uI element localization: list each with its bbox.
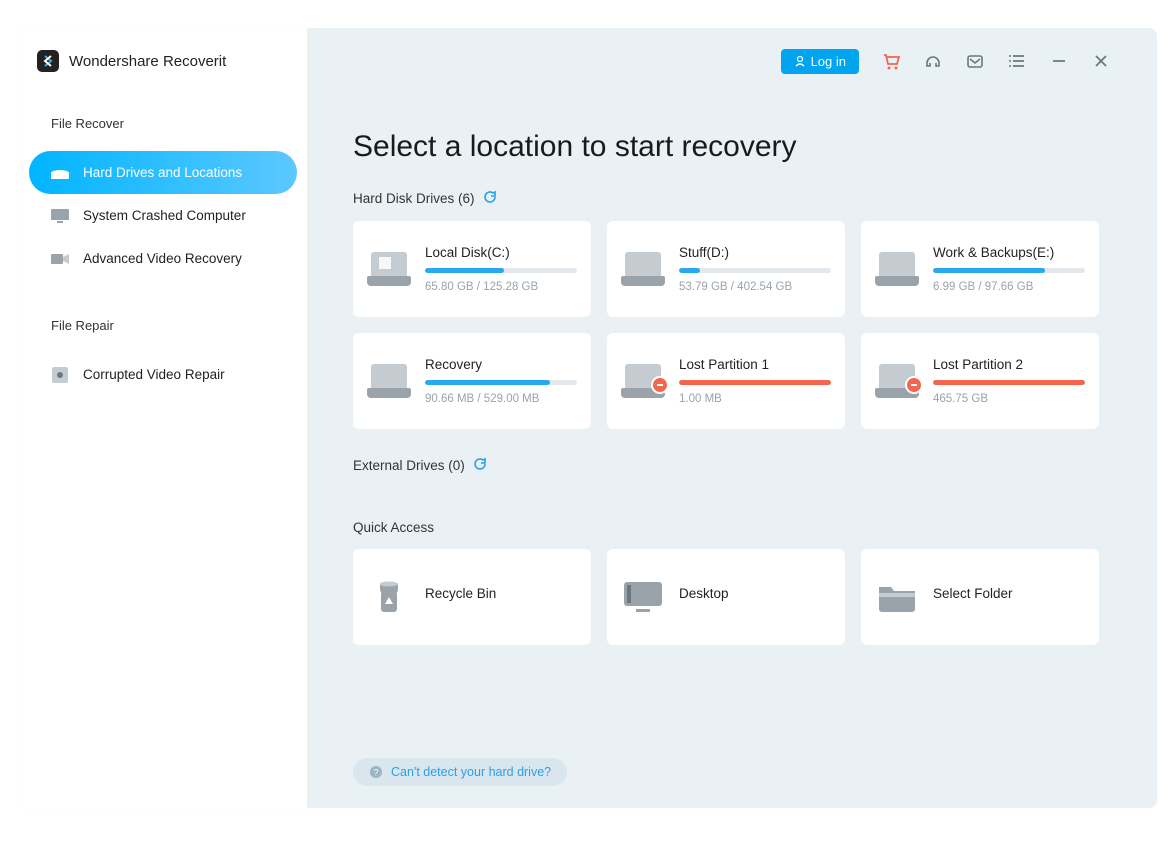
minimize-icon[interactable]: [1049, 51, 1069, 71]
qa-label: Desktop: [679, 586, 729, 601]
drive-card[interactable]: Recovery 90.66 MB / 529.00 MB: [353, 333, 591, 429]
cart-icon[interactable]: [881, 51, 901, 71]
login-button[interactable]: Log in: [781, 49, 859, 74]
quick-access-card[interactable]: Select Folder: [861, 549, 1099, 645]
brand-label: Wondershare Recoverit: [69, 53, 226, 70]
topbar: Log in: [353, 28, 1111, 94]
sidebar: Wondershare Recoverit File Recover Hard …: [19, 28, 307, 808]
login-label: Log in: [811, 54, 846, 69]
refresh-icon[interactable]: [483, 190, 497, 207]
nav-label: System Crashed Computer: [83, 208, 246, 223]
drive-icon: [875, 364, 919, 398]
brand: Wondershare Recoverit: [29, 48, 297, 102]
headset-icon[interactable]: [923, 51, 943, 71]
list-icon[interactable]: [1007, 51, 1027, 71]
nav-advanced-video[interactable]: Advanced Video Recovery: [29, 237, 297, 280]
drive-card[interactable]: Work & Backups(E:) 6.99 GB / 97.66 GB: [861, 221, 1099, 317]
usage-bar: [425, 268, 577, 273]
svg-text:?: ?: [373, 768, 378, 778]
drives-grid: Local Disk(C:) 65.80 GB / 125.28 GB Stuf…: [353, 221, 1111, 429]
quick-access-grid: Recycle Bin Desktop Select Folder: [353, 549, 1111, 645]
usage-bar: [933, 268, 1085, 273]
help-icon: ?: [369, 765, 383, 779]
section-file-recover: File Recover: [29, 102, 297, 151]
drive-card[interactable]: Lost Partition 2 465.75 GB: [861, 333, 1099, 429]
user-icon: [794, 55, 806, 67]
nav-label: Corrupted Video Repair: [83, 367, 225, 382]
ext-header: External Drives (0): [353, 457, 1111, 474]
qa-icon: [875, 577, 919, 617]
usage-bar: [425, 380, 577, 385]
usage-bar: [679, 268, 831, 273]
usage-bar: [679, 380, 831, 385]
usage-bar: [933, 380, 1085, 385]
drive-stats: 1.00 MB: [679, 393, 831, 405]
drive-name: Work & Backups(E:): [933, 245, 1085, 260]
drive-icon: [875, 252, 919, 286]
drive-stats: 465.75 GB: [933, 393, 1085, 405]
nav-hard-drives[interactable]: Hard Drives and Locations: [29, 151, 297, 194]
monitor-icon: [51, 209, 69, 223]
drive-icon: [621, 364, 665, 398]
brand-icon: [37, 50, 59, 72]
drive-icon: [51, 166, 69, 180]
hdd-header: Hard Disk Drives (6): [353, 190, 1111, 207]
drive-stats: 53.79 GB / 402.54 GB: [679, 281, 831, 293]
drive-name: Local Disk(C:): [425, 245, 577, 260]
drive-card[interactable]: Stuff(D:) 53.79 GB / 402.54 GB: [607, 221, 845, 317]
drive-icon: [367, 252, 411, 286]
close-icon[interactable]: [1091, 51, 1111, 71]
nav-system-crashed[interactable]: System Crashed Computer: [29, 194, 297, 237]
qa-header: Quick Access: [353, 520, 1111, 535]
refresh-icon[interactable]: [473, 457, 487, 474]
mail-icon[interactable]: [965, 51, 985, 71]
qa-icon: [621, 577, 665, 617]
drive-stats: 6.99 GB / 97.66 GB: [933, 281, 1085, 293]
drive-name: Lost Partition 2: [933, 357, 1085, 372]
detect-help-label: Can't detect your hard drive?: [391, 765, 551, 779]
detect-help-link[interactable]: ? Can't detect your hard drive?: [353, 758, 567, 786]
nav-corrupted-video[interactable]: Corrupted Video Repair: [29, 353, 297, 396]
drive-stats: 65.80 GB / 125.28 GB: [425, 281, 577, 293]
drive-card[interactable]: Lost Partition 1 1.00 MB: [607, 333, 845, 429]
qa-label: Select Folder: [933, 586, 1013, 601]
drive-card[interactable]: Local Disk(C:) 65.80 GB / 125.28 GB: [353, 221, 591, 317]
nav-label: Hard Drives and Locations: [83, 165, 242, 180]
quick-access-card[interactable]: Desktop: [607, 549, 845, 645]
qa-label: Recycle Bin: [425, 586, 496, 601]
drive-name: Recovery: [425, 357, 577, 372]
camera-icon: [51, 252, 69, 266]
wrench-icon: [51, 368, 69, 382]
drive-name: Lost Partition 1: [679, 357, 831, 372]
main: Log in Select a location to start recove…: [307, 28, 1157, 808]
drive-icon: [367, 364, 411, 398]
drive-icon: [621, 252, 665, 286]
drive-name: Stuff(D:): [679, 245, 831, 260]
nav-label: Advanced Video Recovery: [83, 251, 242, 266]
drive-stats: 90.66 MB / 529.00 MB: [425, 393, 577, 405]
section-file-repair: File Repair: [29, 280, 297, 353]
quick-access-card[interactable]: Recycle Bin: [353, 549, 591, 645]
qa-icon: [367, 577, 411, 617]
page-title: Select a location to start recovery: [353, 130, 1111, 164]
